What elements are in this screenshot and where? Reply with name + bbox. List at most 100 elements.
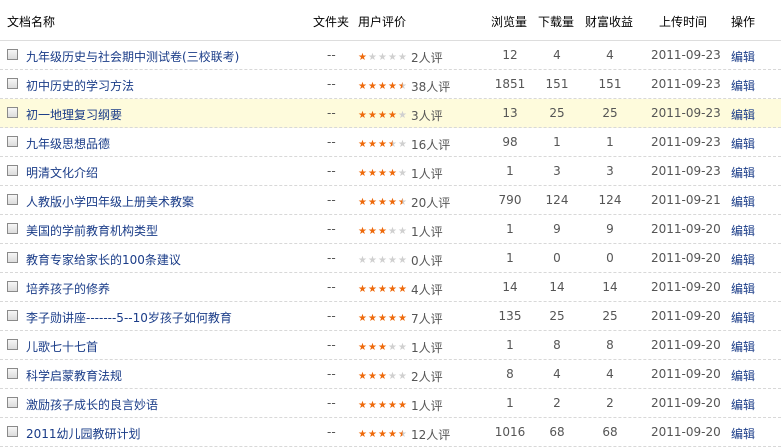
edit-link[interactable]: 编辑 bbox=[731, 106, 755, 123]
upload-date: 2011-09-20 bbox=[651, 396, 721, 410]
doc-title-link[interactable]: 教育专家给家长的100条建议 bbox=[26, 251, 181, 268]
row-checkbox[interactable] bbox=[7, 107, 18, 118]
row-checkbox[interactable] bbox=[7, 194, 18, 205]
table-row: 九年级思想品德 -- ★ ★ ★ ★ ★ 16人评 98 1 1 2011-09-23 编辑 bbox=[0, 128, 781, 157]
edit-link[interactable]: 编辑 bbox=[731, 338, 755, 355]
views-value: 1851 bbox=[494, 77, 526, 91]
doc-title-link[interactable]: 儿歌七十七首 bbox=[26, 338, 98, 355]
row-checkbox[interactable] bbox=[7, 136, 18, 147]
row-checkbox[interactable] bbox=[7, 223, 18, 234]
doc-title-link[interactable]: 明清文化介绍 bbox=[26, 164, 98, 181]
star-rating: ★ ★ ★ ★ ★ 3人评 bbox=[358, 107, 443, 124]
edit-link[interactable]: 编辑 bbox=[731, 280, 755, 297]
header-income[interactable]: 财富收益 bbox=[585, 13, 633, 30]
star-rating: ★ ★ ★ ★ ★ 2人评 bbox=[358, 49, 443, 66]
table-row: 九年级历史与社会期中测试卷(三校联考) -- ★ ★ ★ ★ ★ 2人评 12 4 4 2011-09… bbox=[0, 41, 781, 70]
edit-link[interactable]: 编辑 bbox=[731, 77, 755, 94]
downloads-value: 4 bbox=[553, 367, 561, 381]
edit-link[interactable]: 编辑 bbox=[731, 251, 755, 268]
star-rating: ★ ★ ★ ★ ★ 2人评 bbox=[358, 368, 443, 385]
star-icon: ★ bbox=[388, 167, 397, 179]
income-value: 14 bbox=[602, 280, 618, 294]
doc-title-link[interactable]: 李子勋讲座-------5--10岁孩子如何教育 bbox=[26, 309, 232, 326]
doc-title-link[interactable]: 九年级历史与社会期中测试卷(三校联考) bbox=[26, 48, 239, 65]
header-views[interactable]: 浏览量 bbox=[491, 13, 527, 30]
star-icon: ★ bbox=[388, 283, 397, 295]
folder-value: -- bbox=[327, 280, 336, 294]
star-icon: ★ bbox=[398, 370, 407, 382]
row-checkbox[interactable] bbox=[7, 426, 18, 437]
doc-title-link[interactable]: 科学启蒙教育法规 bbox=[26, 367, 122, 384]
table-row: 初中历史的学习方法 -- ★ ★ ★ ★ ★ 38人评 1851 151 151 2011-09-23… bbox=[0, 70, 781, 99]
edit-link[interactable]: 编辑 bbox=[731, 367, 755, 384]
star-icon: ★ bbox=[358, 399, 367, 411]
upload-date: 2011-09-23 bbox=[651, 164, 721, 178]
doc-title-link[interactable]: 美国的学前教育机构类型 bbox=[26, 222, 158, 239]
star-rating: ★ ★ ★ ★ ★ 1人评 bbox=[358, 339, 443, 356]
rating-count: 20人评 bbox=[411, 196, 451, 210]
row-checkbox[interactable] bbox=[7, 252, 18, 263]
edit-link[interactable]: 编辑 bbox=[731, 193, 755, 210]
row-checkbox[interactable] bbox=[7, 281, 18, 292]
star-icon: ★ bbox=[398, 428, 407, 440]
row-checkbox[interactable] bbox=[7, 339, 18, 350]
downloads-value: 151 bbox=[545, 77, 569, 91]
edit-link[interactable]: 编辑 bbox=[731, 309, 755, 326]
downloads-value: 124 bbox=[545, 193, 569, 207]
table-body: 九年级历史与社会期中测试卷(三校联考) -- ★ ★ ★ ★ ★ 2人评 12 4 4 2011-09… bbox=[0, 41, 781, 447]
star-icon: ★ bbox=[358, 80, 367, 92]
table-row: 儿歌七十七首 -- ★ ★ ★ ★ ★ 1人评 1 8 8 2011-09-20 编辑 bbox=[0, 331, 781, 360]
header-action: 操作 bbox=[731, 15, 756, 29]
doc-title-link[interactable]: 激励孩子成长的良言妙语 bbox=[26, 396, 158, 413]
star-icon: ★ bbox=[368, 370, 377, 382]
header-folder[interactable]: 文件夹 bbox=[313, 13, 349, 30]
star-icon: ★ bbox=[398, 51, 407, 63]
star-icon: ★ bbox=[358, 109, 367, 121]
header-upload-time[interactable]: 上传时间 bbox=[659, 13, 707, 30]
table-row: 李子勋讲座-------5--10岁孩子如何教育 -- ★ ★ ★ ★ ★ 7人评 135 25 2… bbox=[0, 302, 781, 331]
income-value: 124 bbox=[598, 193, 622, 207]
row-checkbox[interactable] bbox=[7, 165, 18, 176]
doc-title-link[interactable]: 初一地理复习纲要 bbox=[26, 106, 122, 123]
row-checkbox[interactable] bbox=[7, 78, 18, 89]
upload-date: 2011-09-20 bbox=[651, 367, 721, 381]
rating-count: 1人评 bbox=[411, 167, 443, 181]
edit-link[interactable]: 编辑 bbox=[731, 222, 755, 239]
star-icon: ★ bbox=[378, 167, 387, 179]
edit-link[interactable]: 编辑 bbox=[731, 425, 755, 442]
doc-title-link[interactable]: 初中历史的学习方法 bbox=[26, 77, 134, 94]
edit-link[interactable]: 编辑 bbox=[731, 135, 755, 152]
star-icon: ★ bbox=[398, 138, 407, 150]
row-checkbox[interactable] bbox=[7, 368, 18, 379]
views-value: 1 bbox=[506, 338, 514, 352]
row-checkbox[interactable] bbox=[7, 310, 18, 321]
doc-title-link[interactable]: 人教版小学四年级上册美术教案 bbox=[26, 193, 194, 210]
star-icon: ★ bbox=[358, 196, 367, 208]
star-icon: ★ bbox=[368, 167, 377, 179]
star-icon: ★ bbox=[368, 80, 377, 92]
row-checkbox[interactable] bbox=[7, 397, 18, 408]
header-downloads[interactable]: 下载量 bbox=[538, 13, 574, 30]
income-value: 9 bbox=[606, 222, 614, 236]
views-value: 1 bbox=[506, 164, 514, 178]
star-rating: ★ ★ ★ ★ ★ 0人评 bbox=[358, 252, 443, 269]
header-rating[interactable]: 用户评价 bbox=[358, 13, 406, 30]
star-icon: ★ bbox=[358, 167, 367, 179]
header-doc-name[interactable]: 文档名称 bbox=[7, 13, 55, 30]
doc-title-link[interactable]: 2011幼儿园教研计划 bbox=[26, 425, 141, 442]
star-icon: ★ bbox=[378, 341, 387, 353]
row-checkbox[interactable] bbox=[7, 49, 18, 60]
edit-link[interactable]: 编辑 bbox=[731, 164, 755, 181]
star-icon: ★ bbox=[398, 341, 407, 353]
star-icon: ★ bbox=[388, 196, 397, 208]
table-row: 美国的学前教育机构类型 -- ★ ★ ★ ★ ★ 1人评 1 9 9 2011-09-20 编辑 bbox=[0, 215, 781, 244]
folder-value: -- bbox=[327, 48, 336, 62]
edit-link[interactable]: 编辑 bbox=[731, 396, 755, 413]
edit-link[interactable]: 编辑 bbox=[731, 48, 755, 65]
folder-value: -- bbox=[327, 396, 336, 410]
doc-title-link[interactable]: 九年级思想品德 bbox=[26, 135, 110, 152]
document-table: 文档名称 文件夹 用户评价 浏览量 下载量 财富收益 上传时间 操作 九年级历史… bbox=[0, 0, 781, 447]
star-icon: ★ bbox=[378, 51, 387, 63]
star-icon: ★ bbox=[358, 51, 367, 63]
doc-title-link[interactable]: 培养孩子的修养 bbox=[26, 280, 110, 297]
